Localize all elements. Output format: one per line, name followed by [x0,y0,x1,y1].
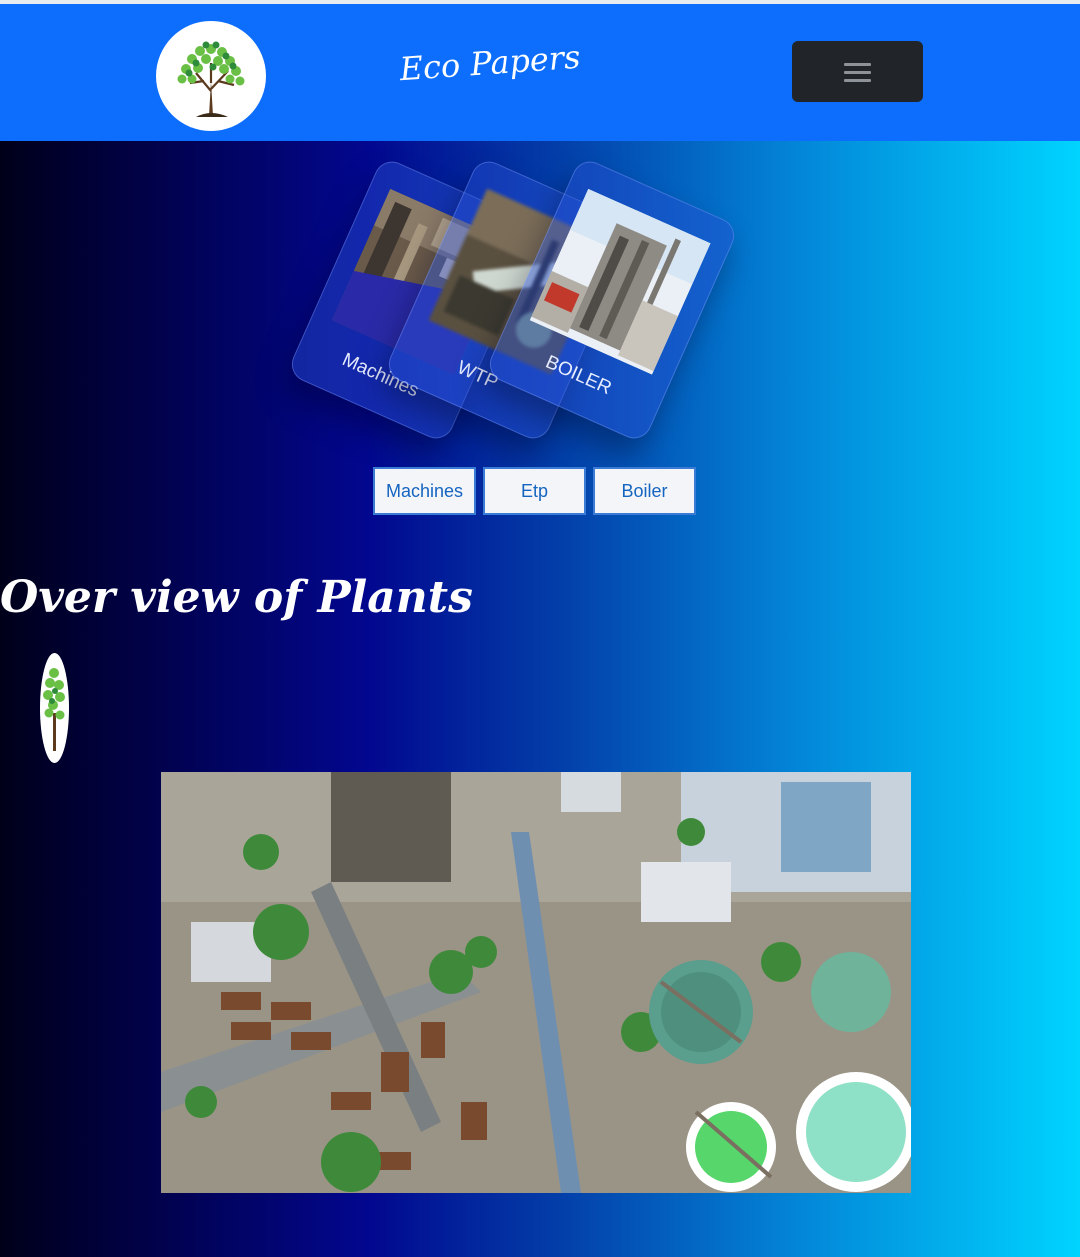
machines-button[interactable]: Machines [373,467,476,515]
etp-button[interactable]: Etp [483,467,586,515]
boiler-image [529,188,711,375]
small-logo [40,653,69,763]
navbar: Eco Papers [0,4,1080,141]
menu-toggle-button[interactable] [792,41,923,102]
logo[interactable] [156,21,266,131]
brand-title[interactable]: Eco Papers [379,36,601,89]
tree-icon [43,668,65,751]
section-title: Over view of Plants [0,572,473,623]
tree-icon [177,41,245,117]
boiler-button[interactable]: Boiler [593,467,696,515]
plant-aerial-image [161,772,911,1193]
